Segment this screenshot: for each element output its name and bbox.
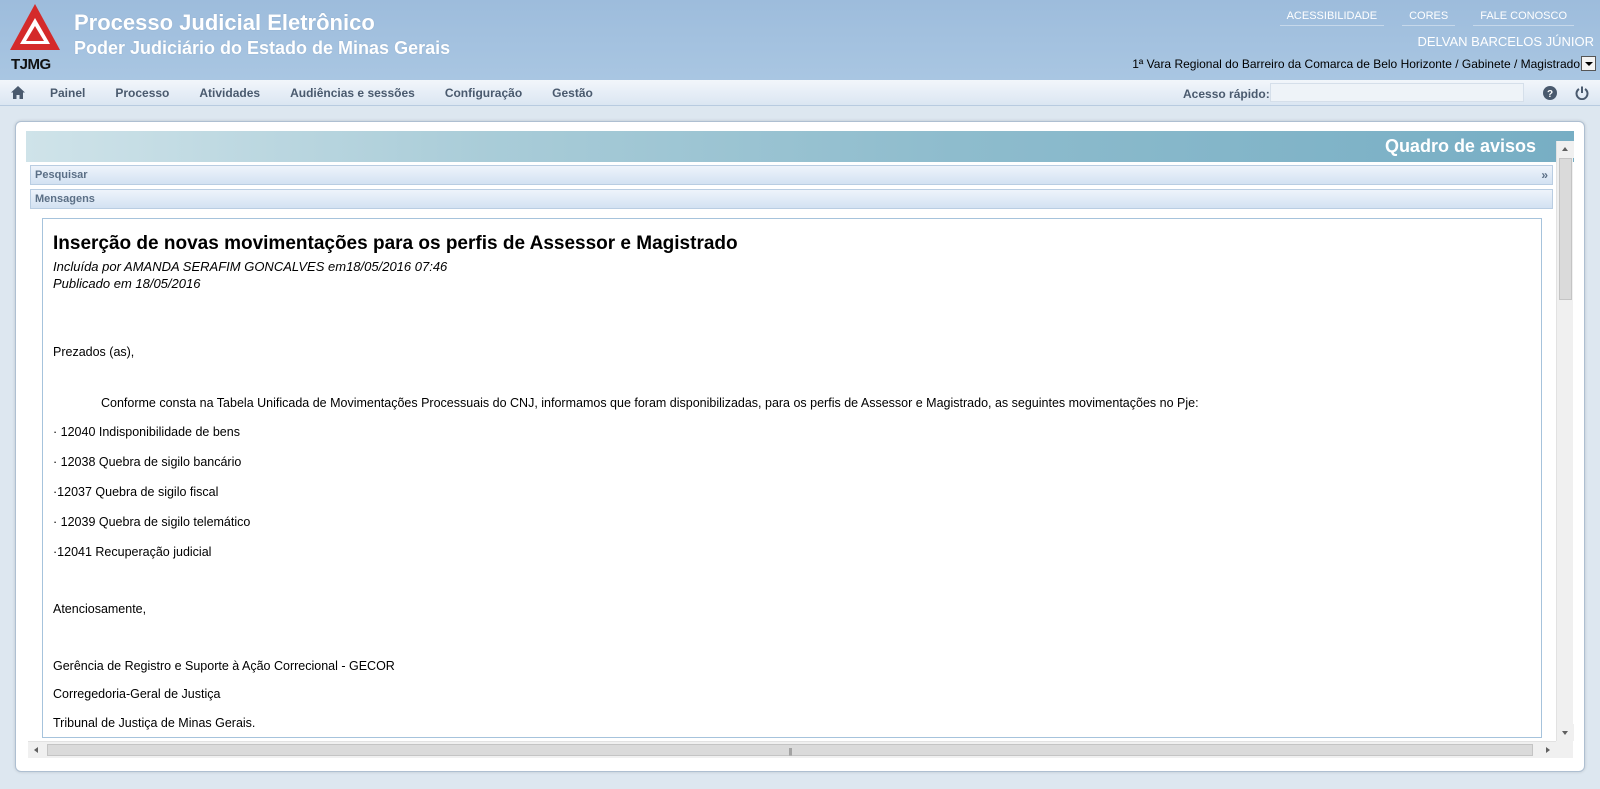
accessibility-link[interactable]: ACESSIBILIDADE — [1279, 9, 1385, 26]
colors-link[interactable]: CORES — [1402, 9, 1456, 26]
search-section-label: Pesquisar — [35, 169, 88, 181]
app-header: TJMG Processo Judicial Eletrônico Poder … — [0, 0, 1600, 80]
panel-header: Quadro de avisos — [26, 131, 1574, 162]
message-intro: Conforme consta na Tabela Unificada de M… — [101, 396, 1199, 410]
menu-item-gestao[interactable]: Gestão — [537, 80, 608, 106]
top-links: ACESSIBILIDADE CORES FALE CONOSCO — [1279, 9, 1574, 26]
svg-text:?: ? — [1547, 89, 1553, 100]
message-published-date: Publicado em 18/05/2016 — [53, 276, 201, 291]
message-author: Incluída por AMANDA SERAFIM GONCALVES em… — [53, 259, 448, 274]
list-item: · 12038 Quebra de sigilo bancário — [53, 455, 242, 469]
signature-line: Tribunal de Justiça de Minas Gerais. — [53, 716, 256, 730]
scroll-up-icon[interactable] — [1557, 141, 1574, 158]
list-item: ·12037 Quebra de sigilo fiscal — [53, 485, 219, 499]
power-icon[interactable] — [1575, 86, 1589, 100]
location-text: 1ª Vara Regional do Barreiro da Comarca … — [1132, 56, 1580, 71]
app-title: Processo Judicial Eletrônico — [74, 10, 375, 35]
vertical-scrollbar[interactable] — [1556, 141, 1574, 741]
menu-item-processo[interactable]: Processo — [100, 80, 184, 106]
tjmg-logo[interactable]: TJMG — [8, 4, 62, 74]
message-card: Inserção de novas movimentações para os … — [42, 218, 1542, 738]
logo-text: TJMG — [11, 56, 51, 73]
app-subtitle: Poder Judiciário do Estado de Minas Gera… — [74, 38, 451, 58]
quick-access-label: Acesso rápido: — [1183, 87, 1270, 101]
menu-items: Painel Processo Atividades Audiências e … — [35, 80, 608, 106]
menu-item-atividades[interactable]: Atividades — [184, 80, 275, 106]
home-icon[interactable] — [11, 86, 25, 99]
messages-section-label: Mensagens — [35, 193, 95, 205]
list-item: · 12039 Quebra de sigilo telemático — [53, 515, 251, 529]
horizontal-scrollbar[interactable]: ||| — [28, 741, 1556, 758]
message-greeting: Prezados (as), — [53, 345, 135, 359]
location-select[interactable]: 1ª Vara Regional do Barreiro da Comarca … — [1132, 56, 1596, 71]
scroll-corner — [1556, 741, 1573, 758]
message-title: Inserção de novas movimentações para os … — [53, 233, 738, 254]
message-closing: Atenciosamente, — [53, 602, 147, 616]
quick-access-input[interactable] — [1270, 83, 1524, 102]
menu-item-configuracao[interactable]: Configuração — [430, 80, 537, 106]
messages-section-header: Mensagens — [30, 189, 1553, 209]
menu-item-painel[interactable]: Painel — [35, 80, 100, 106]
signature-line: Gerência de Registro e Suporte à Ação Co… — [53, 659, 395, 673]
main-menu: Painel Processo Atividades Audiências e … — [0, 80, 1600, 106]
scroll-down-icon[interactable] — [1557, 724, 1574, 741]
help-icon[interactable]: ? — [1543, 86, 1557, 100]
vertical-scroll-thumb[interactable] — [1559, 158, 1572, 300]
list-item: ·12041 Recuperação judicial — [53, 545, 212, 559]
menu-item-audiencias[interactable]: Audiências e sessões — [275, 80, 430, 106]
signature-line: Corregedoria-Geral de Justiça — [53, 687, 221, 701]
search-section-toggle[interactable]: Pesquisar » — [30, 165, 1553, 185]
contact-link[interactable]: FALE CONOSCO — [1473, 9, 1574, 26]
user-name[interactable]: DELVAN BARCELOS JÚNIOR — [1417, 34, 1594, 49]
location-dropdown-button[interactable] — [1581, 56, 1596, 71]
panel-title: Quadro de avisos — [1384, 136, 1536, 156]
horizontal-scroll-thumb[interactable]: ||| — [47, 744, 1533, 756]
list-item: · 12040 Indisponibilidade de bens — [53, 425, 240, 439]
expand-icon[interactable]: » — [1541, 168, 1548, 182]
tjmg-logo-icon — [10, 4, 60, 50]
scroll-left-icon[interactable] — [28, 742, 45, 759]
scroll-right-icon[interactable] — [1539, 742, 1556, 759]
grip-icon: ||| — [788, 747, 792, 756]
